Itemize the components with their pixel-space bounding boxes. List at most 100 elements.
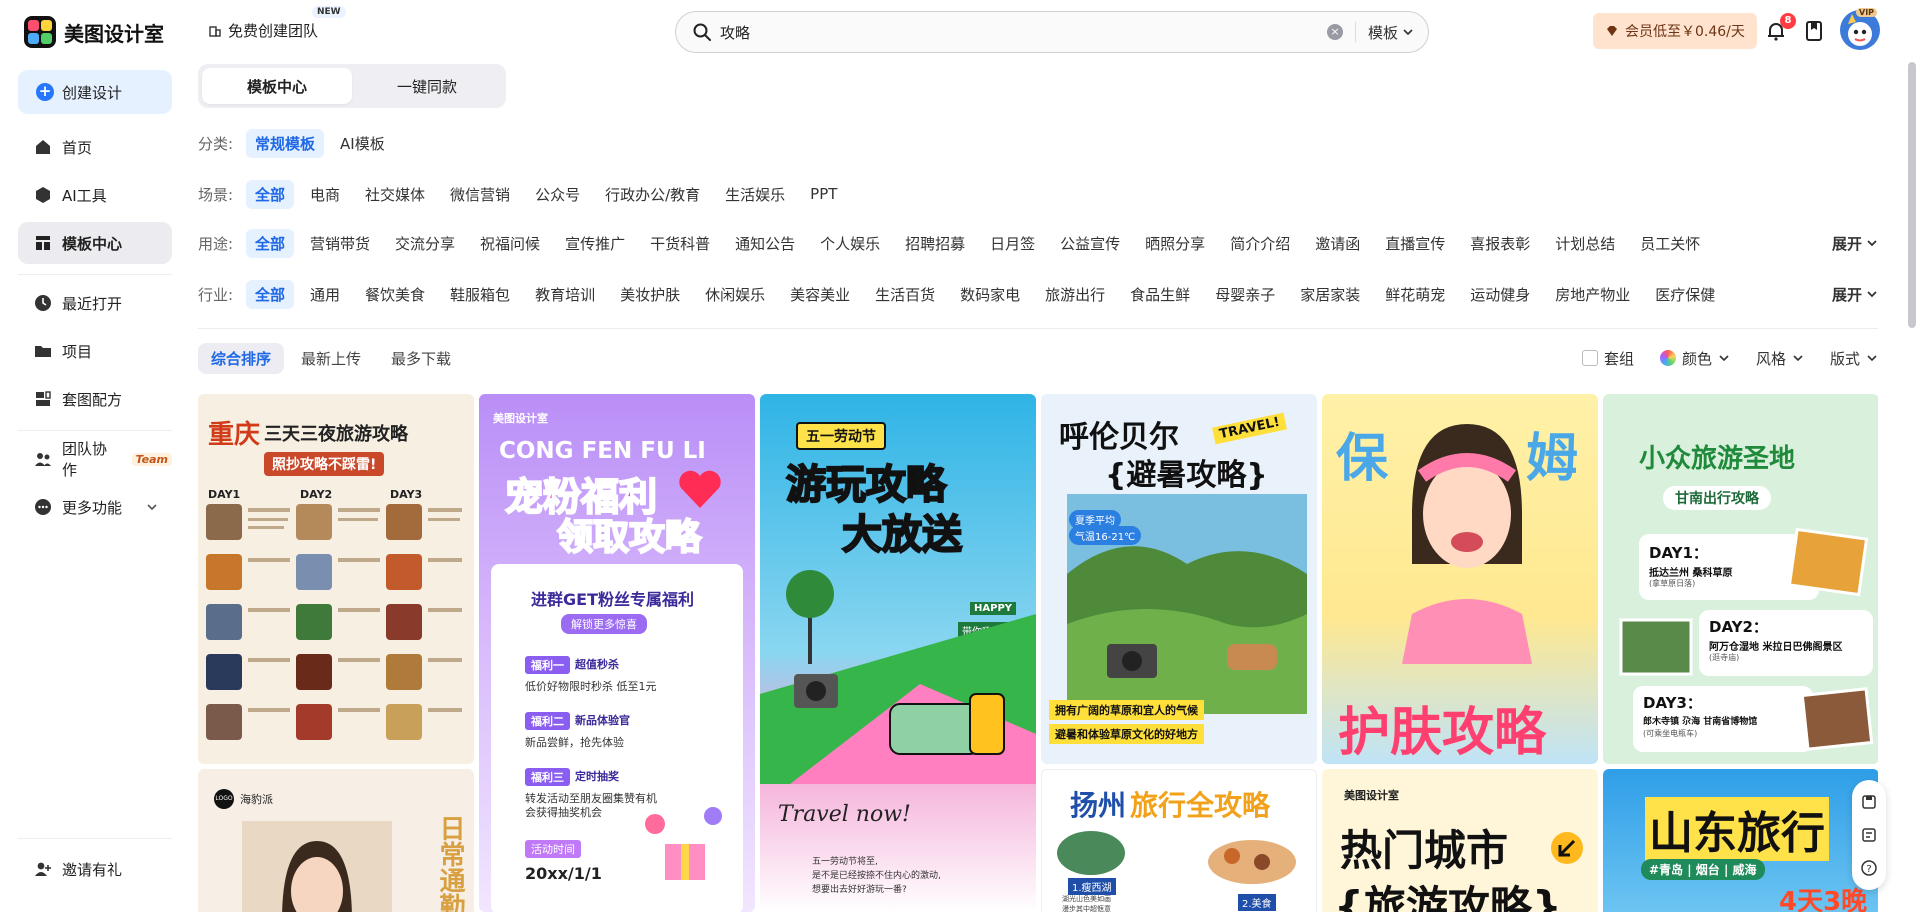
save-icon[interactable] (1860, 793, 1878, 811)
filter-chip[interactable]: 计划总结 (1546, 229, 1624, 258)
create-team-link[interactable]: 免费创建团队 (208, 20, 318, 41)
filter-chip[interactable]: 生活百货 (866, 280, 944, 309)
chip-regular-template[interactable]: 常规模板 (246, 128, 325, 158)
filter-chip[interactable]: 休闲娱乐 (696, 280, 774, 309)
filter-chip[interactable]: 全部 (246, 228, 295, 258)
filter-chip[interactable]: 公益宣传 (1051, 229, 1129, 258)
filter-chip[interactable]: 干货科普 (641, 229, 719, 258)
color-dropdown[interactable]: 颜色 (1659, 348, 1730, 369)
tab-one-click-same[interactable]: 一键同款 (352, 68, 502, 104)
checkbox[interactable] (1581, 350, 1598, 366)
filter-chip[interactable]: 祝福问候 (471, 229, 549, 258)
heart-icon (679, 470, 721, 508)
sidebar-item-team[interactable]: 团队协作 Team (18, 438, 172, 480)
filter-chip[interactable]: 邀请函 (1306, 229, 1369, 258)
filter-chip[interactable]: 家居家装 (1291, 280, 1369, 309)
search-scope-dropdown[interactable]: 模板 (1368, 22, 1414, 43)
sidebar-item-recipes[interactable]: 套图配方 (18, 378, 172, 420)
template-card[interactable]: 美图设计室 热门城市 {旅游攻略} (1322, 769, 1598, 912)
logo[interactable]: 美图设计室 (24, 16, 164, 48)
filter-chip[interactable]: 房地产物业 (1546, 280, 1639, 309)
template-card[interactable]: 呼伦贝尔 {避暑攻略} TRAVEL! 夏季平均 气温16-21℃ 拥有广阔的草… (1041, 394, 1317, 764)
usage-expand-button[interactable]: 展开 (1832, 233, 1878, 254)
filter-chip[interactable]: 数码家电 (951, 280, 1029, 309)
filter-chip[interactable]: 行政办公/教育 (596, 180, 709, 209)
invite-rewards-button[interactable]: 邀请有礼 (18, 848, 172, 890)
card-tag: TRAVEL! (1212, 412, 1288, 445)
filter-chip[interactable]: 营销带货 (301, 229, 379, 258)
filter-chip[interactable]: 母婴亲子 (1206, 280, 1284, 309)
sidebar-item-projects[interactable]: 项目 (18, 330, 172, 372)
sidebar-item-recent[interactable]: 最近打开 (18, 282, 172, 324)
filter-chip[interactable]: 餐饮美食 (356, 280, 434, 309)
industry-expand-button[interactable]: 展开 (1832, 284, 1878, 305)
sort-most-downloaded[interactable]: 最多下载 (378, 343, 464, 374)
template-card[interactable]: 保 姆 护肤攻略 (1322, 394, 1598, 764)
app-root: 美图设计室 免费创建团队 NEW × 模板 会员低至￥0.46/天 8 (0, 0, 1920, 912)
feedback-icon[interactable] (1860, 826, 1878, 844)
search-bar[interactable]: × 模板 (675, 11, 1429, 53)
bookmark-icon[interactable] (1802, 19, 1826, 43)
filter-chip[interactable]: 全部 (246, 179, 295, 209)
filter-chip[interactable]: 教育培训 (526, 280, 604, 309)
filter-chip[interactable]: 运动健身 (1461, 280, 1539, 309)
filter-chip[interactable]: 晒照分享 (1136, 229, 1214, 258)
card-brand: 美图设计室 (493, 412, 548, 425)
filter-chip[interactable]: 生活娱乐 (716, 180, 794, 209)
layout-dropdown[interactable]: 版式 (1830, 348, 1878, 369)
landscape-photo (1787, 527, 1869, 597)
filter-chip[interactable]: 微信营销 (441, 180, 519, 209)
filter-chip[interactable]: 简介介绍 (1221, 229, 1299, 258)
filter-chip[interactable]: 个人娱乐 (811, 229, 889, 258)
sidebar-item-template-center[interactable]: 模板中心 (18, 222, 172, 264)
page-scrollbar[interactable] (1908, 62, 1916, 328)
filter-chip[interactable]: 电商 (301, 180, 349, 209)
filter-chip[interactable]: 美妆护肤 (611, 280, 689, 309)
filter-chip[interactable]: 鲜花萌宠 (1376, 280, 1454, 309)
template-card[interactable]: 山东旅行 #青岛 | 烟台 | 威海 4天3晚 (1603, 769, 1878, 912)
filter-chip[interactable]: 通用 (301, 280, 349, 309)
filter-chip[interactable]: 招聘招募 (896, 229, 974, 258)
chevron-down-icon (1867, 240, 1877, 247)
template-card[interactable]: 美图设计室 CONG FEN FU LI 宠粉福利 领取攻略 进群GET粉丝专属… (479, 394, 755, 912)
filter-chip[interactable]: 鞋服箱包 (441, 280, 519, 309)
sort-comprehensive[interactable]: 综合排序 (198, 342, 285, 374)
vip-membership-button[interactable]: 会员低至￥0.46/天 (1593, 13, 1757, 49)
help-icon[interactable]: ? (1860, 859, 1878, 877)
filter-chip[interactable]: 医疗保健 (1646, 280, 1724, 309)
filter-chip[interactable]: 通知公告 (726, 229, 804, 258)
style-dropdown[interactable]: 风格 (1756, 348, 1804, 369)
filter-chip[interactable]: 食品生鲜 (1121, 280, 1199, 309)
sidebar-item-label: 最近打开 (62, 294, 123, 313)
filter-chip[interactable]: 美容美业 (781, 280, 859, 309)
filter-chip[interactable]: 直播宣传 (1376, 229, 1454, 258)
filter-chip[interactable]: 宣传推广 (556, 229, 634, 258)
sidebar-item-label: 套图配方 (62, 390, 123, 409)
set-checkbox[interactable]: 套组 (1581, 348, 1634, 369)
chip-ai-template[interactable]: AI模板 (331, 129, 394, 158)
template-grid: 重庆 三天三夜旅游攻略 照抄攻略不踩雷! DAY1 DAY2 DAY3 美图设计… (198, 394, 1878, 912)
filter-chip[interactable]: 员工关怀 (1631, 229, 1709, 258)
filter-chip[interactable]: 公众号 (526, 180, 589, 209)
filter-chip[interactable]: 旅游出行 (1036, 280, 1114, 309)
tab-template-center[interactable]: 模板中心 (202, 68, 352, 104)
template-card[interactable]: 扬州 旅行全攻略 1.瘦西湖 湖光山色美如画 漫步其中超惬意 2.美食 (1041, 769, 1317, 912)
template-card[interactable]: 小众旅游圣地 甘南出行攻略 DAY1： 抵达兰州 桑科草原 (拿草原日落) DA… (1603, 394, 1878, 764)
filter-chip[interactable]: 社交媒体 (356, 180, 434, 209)
sidebar-item-ai-tools[interactable]: AI工具 (18, 174, 172, 216)
filter-chip[interactable]: 全部 (246, 279, 295, 309)
filter-chip[interactable]: PPT (801, 181, 846, 207)
sidebar-item-home[interactable]: 首页 (18, 126, 172, 168)
template-card[interactable]: 五一劳动节 游玩攻略 大放送 HAPPY 带你嗨翻假期! Travel now!… (760, 394, 1036, 912)
filter-chip[interactable]: 喜报表彰 (1461, 229, 1539, 258)
filter-chip[interactable]: 日月签 (981, 229, 1044, 258)
sidebar-item-more[interactable]: 更多功能 (18, 486, 172, 528)
search-input[interactable] (720, 23, 1327, 41)
sort-newest[interactable]: 最新上传 (288, 343, 374, 374)
template-card[interactable]: 重庆 三天三夜旅游攻略 照抄攻略不踩雷! DAY1 DAY2 DAY3 (198, 394, 474, 764)
clear-search-icon[interactable]: × (1326, 24, 1343, 40)
template-card[interactable]: LOGO 海豹派 日常通勤 (198, 769, 474, 912)
day-note: (逛寺庙) (1709, 653, 1740, 662)
create-design-button[interactable]: + 创建设计 (18, 70, 172, 114)
filter-chip[interactable]: 交流分享 (386, 229, 464, 258)
